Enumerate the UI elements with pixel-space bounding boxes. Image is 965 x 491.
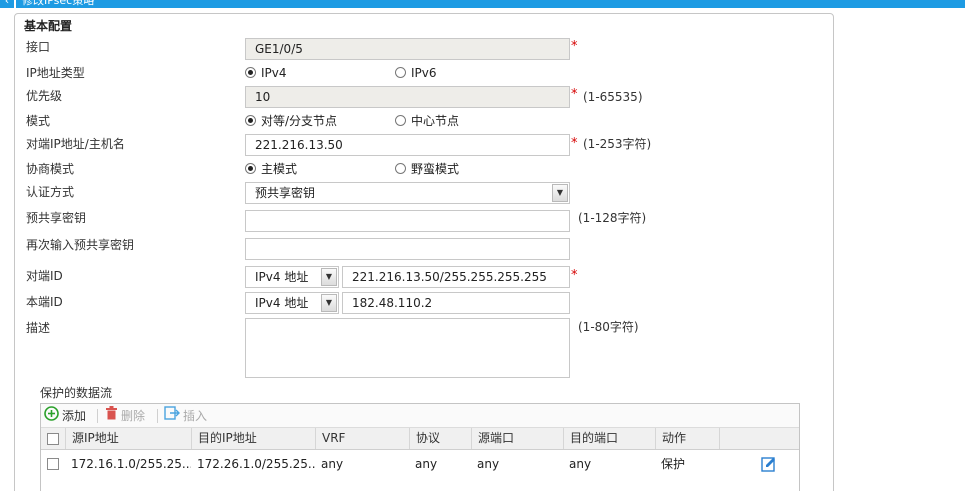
radio-checked-icon bbox=[245, 163, 256, 174]
peer-id-input[interactable]: 221.216.13.50/255.255.255.255 bbox=[342, 266, 570, 288]
ip-type-ipv6-radio[interactable]: IPv6 bbox=[395, 65, 437, 81]
mode-center-label: 中心节点 bbox=[411, 114, 460, 128]
peer-address-hint: (1-253字符) bbox=[583, 137, 652, 151]
peer-address-input[interactable]: 221.216.13.50 bbox=[245, 134, 570, 156]
interface-label: 接口 bbox=[26, 40, 51, 54]
auth-method-label: 认证方式 bbox=[26, 185, 75, 199]
dst-ip-cell: 172.26.1.0/255.25... bbox=[197, 457, 315, 471]
flows-toolbar: 添加 删除 插入 bbox=[41, 404, 799, 428]
insert-label: 插入 bbox=[183, 409, 208, 423]
psk-confirm-label: 再次输入预共享密钥 bbox=[26, 238, 135, 252]
toolbar-divider bbox=[97, 409, 98, 423]
radio-checked-icon bbox=[245, 67, 256, 78]
ip-type-label: IP地址类型 bbox=[26, 66, 85, 80]
column-header[interactable]: 协议 bbox=[409, 428, 471, 449]
radio-unchecked-icon bbox=[395, 67, 406, 78]
priority-label: 优先级 bbox=[26, 89, 63, 103]
peer-id-type-value: IPv4 地址 bbox=[255, 270, 309, 284]
ip-type-ipv4-radio[interactable]: IPv4 bbox=[245, 65, 287, 81]
ip-type-ipv4-label: IPv4 bbox=[261, 66, 287, 80]
add-label: 添加 bbox=[62, 409, 87, 423]
titlebar-divider bbox=[14, 0, 16, 8]
local-id-label: 本端ID bbox=[26, 295, 63, 309]
insert-icon bbox=[164, 406, 180, 425]
required-mark: * bbox=[571, 268, 578, 283]
priority-field: 10 bbox=[245, 86, 570, 108]
mode-label: 模式 bbox=[26, 114, 51, 128]
src-port-cell: any bbox=[477, 457, 500, 471]
local-id-type-select[interactable]: IPv4 地址 ▼ bbox=[245, 292, 339, 314]
back-arrow-icon[interactable]: ‹ bbox=[0, 0, 14, 8]
auth-method-value: 预共享密钥 bbox=[255, 186, 316, 200]
column-header-edit bbox=[719, 428, 799, 449]
chevron-down-icon[interactable]: ▼ bbox=[321, 268, 337, 286]
psk-hint: (1-128字符) bbox=[578, 211, 647, 225]
peer-id-label: 对端ID bbox=[26, 269, 63, 283]
add-button[interactable]: 添加 bbox=[44, 405, 87, 426]
mode-center-radio[interactable]: 中心节点 bbox=[395, 113, 459, 129]
delete-label: 删除 bbox=[121, 409, 146, 423]
auth-method-select[interactable]: 预共享密钥 ▼ bbox=[245, 182, 570, 204]
window-title: 修改IPsec策略 bbox=[22, 0, 95, 7]
ip-type-ipv6-label: IPv6 bbox=[411, 66, 437, 80]
psk-label: 预共享密钥 bbox=[26, 211, 87, 225]
dst-port-cell: any bbox=[569, 457, 592, 471]
column-header[interactable]: 目的端口 bbox=[563, 428, 655, 449]
toolbar-divider bbox=[157, 409, 158, 423]
row-checkbox[interactable] bbox=[47, 458, 59, 470]
peer-id-type-select[interactable]: IPv4 地址 ▼ bbox=[245, 266, 339, 288]
local-id-input[interactable]: 182.48.110.2 bbox=[342, 292, 570, 314]
negotiation-mode-label: 协商模式 bbox=[26, 162, 75, 176]
local-id-type-value: IPv4 地址 bbox=[255, 296, 309, 310]
interface-field: GE1/0/5 bbox=[245, 38, 570, 60]
description-textarea[interactable] bbox=[245, 318, 570, 378]
psk-confirm-input[interactable] bbox=[245, 238, 570, 260]
description-hint: (1-80字符) bbox=[578, 320, 639, 334]
required-mark: * bbox=[571, 87, 578, 102]
required-mark: * bbox=[571, 39, 578, 54]
section-title-basic: 基本配置 bbox=[24, 19, 73, 33]
column-header[interactable]: 动作 bbox=[655, 428, 719, 449]
mode-peer-label: 对等/分支节点 bbox=[261, 114, 338, 128]
protocol-cell: any bbox=[415, 457, 438, 471]
select-all-checkbox[interactable] bbox=[47, 433, 59, 445]
priority-hint: (1-65535) bbox=[583, 90, 643, 104]
column-header[interactable]: 源端口 bbox=[471, 428, 563, 449]
negotiation-aggressive-label: 野蛮模式 bbox=[411, 162, 460, 176]
psk-input[interactable] bbox=[245, 210, 570, 232]
insert-button[interactable]: 插入 bbox=[164, 406, 208, 425]
action-cell: 保护 bbox=[661, 457, 686, 471]
delete-button[interactable]: 删除 bbox=[105, 406, 146, 425]
table-row[interactable]: 172.16.1.0/255.25... 172.26.1.0/255.25..… bbox=[41, 451, 799, 477]
negotiation-main-label: 主模式 bbox=[261, 162, 298, 176]
column-header[interactable]: 源IP地址 bbox=[65, 428, 191, 449]
negotiation-main-radio[interactable]: 主模式 bbox=[245, 161, 297, 177]
radio-unchecked-icon bbox=[395, 115, 406, 126]
flows-grid-header: 源IP地址 目的IP地址 VRF 协议 源端口 目的端口 动作 bbox=[41, 428, 799, 450]
flows-label: 保护的数据流 bbox=[40, 386, 113, 400]
mode-peer-radio[interactable]: 对等/分支节点 bbox=[245, 113, 337, 129]
add-circle-icon bbox=[44, 405, 59, 426]
column-header[interactable]: 目的IP地址 bbox=[191, 428, 315, 449]
radio-unchecked-icon bbox=[395, 163, 406, 174]
vrf-cell: any bbox=[321, 457, 344, 471]
edit-icon[interactable] bbox=[761, 456, 777, 472]
description-label: 描述 bbox=[26, 321, 51, 335]
src-ip-cell: 172.16.1.0/255.25... bbox=[71, 457, 191, 471]
negotiation-aggressive-radio[interactable]: 野蛮模式 bbox=[395, 161, 459, 177]
chevron-down-icon[interactable]: ▼ bbox=[321, 294, 337, 312]
radio-checked-icon bbox=[245, 115, 256, 126]
flows-grid: 添加 删除 插入 源IP地址 目的IP地址 VRF 协议 源端口 目的端口 动作… bbox=[40, 403, 800, 491]
window-titlebar: ‹ 修改IPsec策略 bbox=[0, 0, 965, 8]
column-header[interactable]: VRF bbox=[315, 428, 409, 449]
chevron-down-icon[interactable]: ▼ bbox=[552, 184, 568, 202]
trash-icon bbox=[105, 406, 118, 425]
peer-address-label: 对端IP地址/主机名 bbox=[26, 137, 125, 151]
required-mark: * bbox=[571, 136, 578, 151]
